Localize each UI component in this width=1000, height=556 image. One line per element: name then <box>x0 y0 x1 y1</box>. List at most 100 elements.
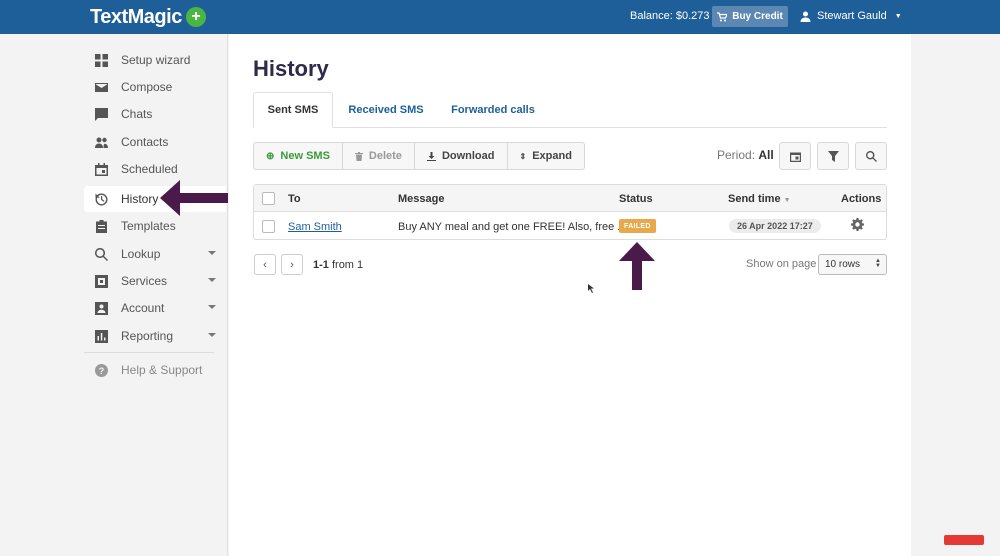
plus-circle-icon: ⊕ <box>266 150 275 162</box>
annotation-arrow-left <box>160 180 228 216</box>
period-label: Period: <box>717 148 756 162</box>
sidebar-item-compose[interactable]: Compose <box>84 74 226 100</box>
sidebar-item-label: Lookup <box>121 247 161 261</box>
sidebar-item-reporting[interactable]: Reporting <box>84 323 226 349</box>
rows-per-page-value: 10 rows <box>825 259 861 270</box>
balance-text: Balance: $0.273 <box>630 10 710 22</box>
subscribe-badge[interactable] <box>944 535 984 545</box>
messages-table: To Message Status Send time ▼ Actions Sa… <box>253 184 887 240</box>
sidebar-item-label: Chats <box>121 107 153 121</box>
sidebar-item-help-support[interactable]: ? Help & Support <box>84 357 226 383</box>
chevron-down-icon <box>208 278 216 282</box>
account-icon <box>94 301 108 315</box>
recipient-link[interactable]: Sam Smith <box>288 221 342 233</box>
top-bar: TextMagic + Balance: $0.273 Buy Credit S… <box>0 0 1000 34</box>
chevron-down-icon: ▼ <box>894 12 902 20</box>
help-icon: ? <box>94 363 108 377</box>
filter-icon <box>827 150 839 162</box>
expand-button[interactable]: ⇕ Expand <box>508 143 584 169</box>
user-icon <box>800 11 811 22</box>
download-button[interactable]: Download <box>415 143 508 169</box>
chevron-right-icon: › <box>290 258 294 271</box>
tab-sent-sms[interactable]: Sent SMS <box>253 92 333 128</box>
sidebar-item-label: Compose <box>121 80 173 94</box>
sidebar-item-label: Services <box>121 274 168 288</box>
period-value: All <box>758 148 774 162</box>
download-icon <box>426 151 436 161</box>
search-icon <box>94 247 108 261</box>
table-header: To Message Status Send time ▼ Actions <box>254 185 886 212</box>
pagination-range: 1-1 <box>313 259 329 271</box>
trash-icon <box>354 151 363 161</box>
history-icon <box>94 192 108 206</box>
clipboard-icon <box>94 219 108 233</box>
chat-bubble-icon <box>94 107 108 121</box>
delete-button[interactable]: Delete <box>343 143 415 169</box>
envelope-icon <box>94 80 108 94</box>
sidebar-item-label: Scheduled <box>121 162 178 176</box>
table-row[interactable]: Sam Smith Buy ANY meal and get one FREE!… <box>254 213 886 240</box>
status-badge: FAILED <box>619 219 656 233</box>
textmagic-logo[interactable]: TextMagic <box>90 6 182 29</box>
gear-icon[interactable] <box>851 218 864 231</box>
period-filter[interactable]: Period: All <box>717 148 774 162</box>
sidebar-item-label: Setup wizard <box>121 53 191 67</box>
box-icon <box>94 274 108 288</box>
search-button[interactable] <box>855 142 887 170</box>
calendar-icon <box>789 152 801 162</box>
expand-label: Expand <box>532 150 572 162</box>
sidebar-item-label: Templates <box>121 219 176 233</box>
tab-forwarded-calls[interactable]: Forwarded calls <box>445 92 541 128</box>
user-menu[interactable]: Stewart Gauld ▼ <box>800 10 902 22</box>
download-label: Download <box>441 150 495 162</box>
grid-icon <box>94 53 108 67</box>
cart-icon <box>717 11 728 21</box>
row-checkbox[interactable] <box>262 220 275 233</box>
sidebar-item-chats[interactable]: Chats <box>84 101 226 127</box>
sidebar-item-label: Reporting <box>121 329 174 343</box>
header-send-time-label: Send time <box>728 193 781 205</box>
tab-received-sms[interactable]: Received SMS <box>339 92 433 128</box>
prev-page-button[interactable]: ‹ <box>254 254 276 275</box>
sidebar-item-label: Contacts <box>121 135 169 149</box>
page-title: History <box>253 56 329 81</box>
rows-per-page-select[interactable]: 10 rows ▲ ▼ <box>818 254 887 275</box>
buy-credit-button[interactable]: Buy Credit <box>712 6 788 27</box>
calendar-icon <box>94 162 108 176</box>
header-message[interactable]: Message <box>398 193 444 205</box>
filter-button[interactable] <box>817 142 849 170</box>
calendar-button[interactable] <box>779 142 811 170</box>
buy-credit-label: Buy Credit <box>732 11 783 22</box>
message-preview: Buy ANY meal and get one FREE! Also, fre… <box>398 221 627 233</box>
search-icon <box>865 150 877 162</box>
user-name: Stewart Gauld <box>817 10 887 22</box>
sidebar-item-account[interactable]: Account <box>84 295 226 321</box>
chevron-down-icon <box>208 305 216 309</box>
send-time: 26 Apr 2022 17:27 <box>729 219 821 233</box>
people-icon <box>94 135 108 149</box>
select-arrows-icon: ▲ ▼ <box>875 258 881 269</box>
sidebar-item-setup-wizard[interactable]: Setup wizard <box>84 47 226 73</box>
header-to[interactable]: To <box>288 193 301 205</box>
sidebar-item-label: Help & Support <box>121 363 203 377</box>
next-page-button[interactable]: › <box>281 254 303 275</box>
tab-bar: Sent SMS Received SMS Forwarded calls <box>253 92 887 128</box>
sidebar-item-label: History <box>121 192 159 206</box>
header-status[interactable]: Status <box>619 193 653 205</box>
header-send-time[interactable]: Send time ▼ <box>728 193 791 205</box>
chevron-down-icon <box>208 333 216 337</box>
toolbar: ⊕ New SMS Delete Download ⇕ Expand <box>253 142 585 170</box>
sidebar-item-contacts[interactable]: Contacts <box>84 129 226 155</box>
expand-icon: ⇕ <box>519 151 527 161</box>
sort-desc-icon: ▼ <box>783 197 791 204</box>
sidebar-item-services[interactable]: Services <box>84 268 226 294</box>
right-gutter <box>911 34 1000 556</box>
add-icon[interactable]: + <box>186 7 206 27</box>
header-actions: Actions <box>841 193 882 205</box>
sidebar-item-label: Account <box>121 301 165 315</box>
select-all-checkbox[interactable] <box>262 192 275 205</box>
svg-text:?: ? <box>98 366 104 376</box>
new-sms-button[interactable]: ⊕ New SMS <box>254 143 343 169</box>
show-on-page-label: Show on page <box>746 258 817 270</box>
sidebar-item-lookup[interactable]: Lookup <box>84 241 226 267</box>
